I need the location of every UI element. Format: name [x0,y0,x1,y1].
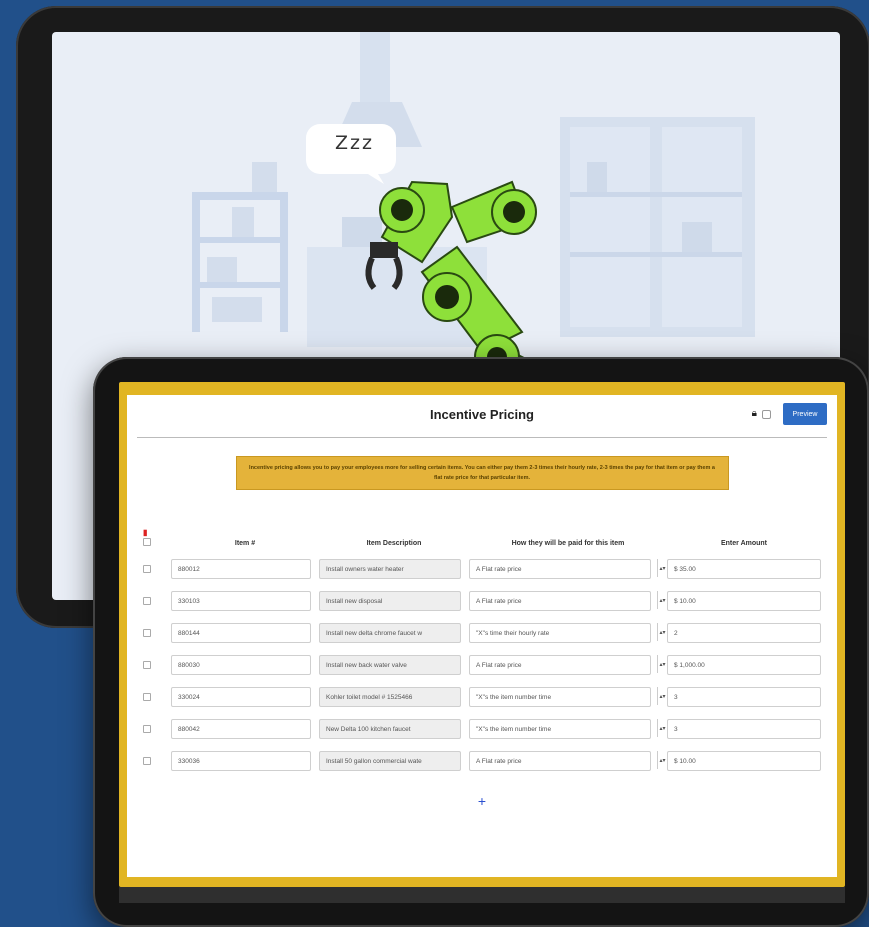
item-number-input[interactable]: 880012 [171,559,311,579]
delete-icon[interactable]: ▮ [143,528,147,537]
payment-method-select[interactable]: "X"s time their hourly rate [469,623,651,643]
amount-input[interactable]: $ 35.00 [667,559,821,579]
preview-button[interactable]: Preview [783,403,827,425]
incentive-table: ▮ Item # Item Description How they will … [141,528,823,777]
table-row: 880042 New Delta 100 kitchen faucet "X"s… [141,713,823,745]
row-checkbox[interactable] [143,757,151,765]
row-checkbox[interactable] [143,629,151,637]
item-number-input[interactable]: 880042 [171,719,311,739]
chevron-updown-icon[interactable]: ▴▾ [657,591,667,609]
item-number-input[interactable]: 880030 [171,655,311,675]
chevron-updown-icon[interactable]: ▴▾ [657,655,667,673]
zzz-bubble-text: Zzz [335,132,374,154]
table-row: 880012 Install owners water heater A Fla… [141,553,823,585]
header-payment-method: How they will be paid for this item [511,539,625,547]
front-tablet: Incentive Pricing 🔒︎ Preview Incentive p… [93,357,869,927]
app-header: Incentive Pricing 🔒︎ Preview [137,395,827,438]
chevron-updown-icon[interactable]: ▴▾ [657,687,667,705]
table-row: 880144 Install new delta chrome faucet w… [141,617,823,649]
app-frame: Incentive Pricing 🔒︎ Preview Incentive p… [119,382,845,887]
amount-input[interactable]: $ 10.00 [667,751,821,771]
row-checkbox[interactable] [143,693,151,701]
item-number-input[interactable]: 330024 [171,687,311,707]
item-description-field: Install new back water valve [319,655,461,675]
table-row: 880030 Install new back water valve A Fl… [141,649,823,681]
item-number-input[interactable]: 880144 [171,623,311,643]
item-description-field: Kohler toilet model # 1525466 [319,687,461,707]
notice-banner: Incentive pricing allows you to pay your… [235,456,729,490]
table-row: 330024 Kohler toilet model # 1525466 "X"… [141,681,823,713]
item-description-field: Install owners water heater [319,559,461,579]
lock-checkbox[interactable] [762,410,771,419]
tablet-bezel-bottom [119,887,845,903]
item-description-field: Install new disposal [319,591,461,611]
app-screen: Incentive Pricing 🔒︎ Preview Incentive p… [127,395,837,877]
add-row-icon[interactable]: + [127,793,837,809]
payment-method-select[interactable]: A Flat rate price [469,655,651,675]
payment-method-select[interactable]: "X"s the item number time [469,687,651,707]
select-all[interactable]: ▮ [141,528,171,548]
payment-method-select[interactable]: "X"s the item number time [469,719,651,739]
header-item-number: Item # [234,539,256,547]
table-row: 330036 Install 50 gallon commercial wate… [141,745,823,777]
item-description-field: Install new delta chrome faucet w [319,623,461,643]
amount-input[interactable]: 2 [667,623,821,643]
payment-method-select[interactable]: A Flat rate price [469,591,651,611]
lock-icon[interactable]: 🔒︎ [752,408,757,419]
row-checkbox[interactable] [143,597,151,605]
row-checkbox[interactable] [143,565,151,573]
header-item-description: Item Description [366,539,422,547]
chevron-updown-icon[interactable]: ▴▾ [657,559,667,577]
item-number-input[interactable]: 330036 [171,751,311,771]
row-checkbox[interactable] [143,661,151,669]
chevron-updown-icon[interactable]: ▴▾ [657,751,667,769]
header-enter-amount: Enter Amount [720,539,768,547]
payment-method-select[interactable]: A Flat rate price [469,559,651,579]
amount-input[interactable]: 3 [667,687,821,707]
amount-input[interactable]: $ 1,000.00 [667,655,821,675]
select-all-checkbox[interactable] [143,538,151,546]
row-checkbox[interactable] [143,725,151,733]
item-description-field: New Delta 100 kitchen faucet [319,719,461,739]
table-header: ▮ Item # Item Description How they will … [141,528,823,553]
table-row: 330103 Install new disposal A Flat rate … [141,585,823,617]
item-number-input[interactable]: 330103 [171,591,311,611]
amount-input[interactable]: $ 10.00 [667,591,821,611]
item-description-field: Install 50 gallon commercial wate [319,751,461,771]
payment-method-select[interactable]: A Flat rate price [469,751,651,771]
amount-input[interactable]: 3 [667,719,821,739]
page-title: Incentive Pricing [429,407,535,422]
chevron-updown-icon[interactable]: ▴▾ [657,719,667,737]
chevron-updown-icon[interactable]: ▴▾ [657,623,667,641]
